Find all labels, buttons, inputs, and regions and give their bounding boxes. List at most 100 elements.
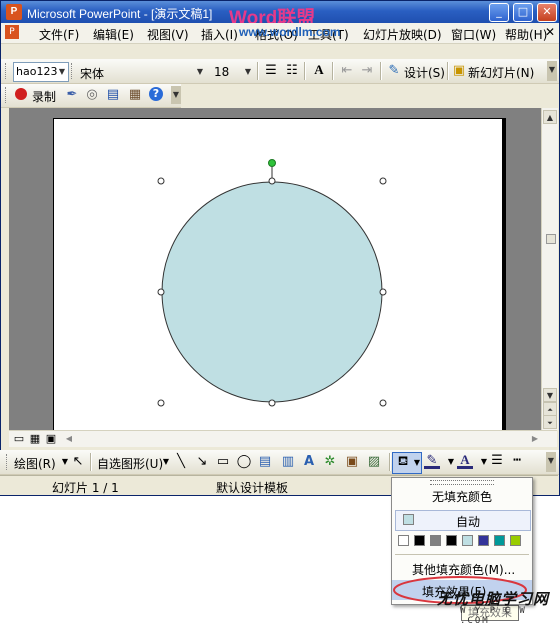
resize-handle-nw[interactable] [157,177,165,185]
menu-drag-handle[interactable] [430,480,494,485]
powerpoint-app-icon[interactable]: P [6,4,22,20]
palette-color-swatch[interactable] [446,535,457,546]
automatic-label: 自动 [456,515,481,529]
resize-handle-w[interactable] [157,288,165,296]
web-icon[interactable]: ◎ [84,87,100,103]
vertical-scrollbar[interactable]: ▲ ▼ ⏶ ⏷ [541,108,558,430]
resize-handle-sw[interactable] [157,399,165,407]
toolbar-options-icon[interactable]: ▼ [547,61,557,81]
chevron-down-icon[interactable]: ▼ [242,63,254,81]
rotation-handle[interactable] [268,159,276,167]
fill-color-button[interactable]: ⛾ ▼ [392,452,422,474]
slideshow-view-icon[interactable]: ▣ [43,431,59,447]
font-size-combo[interactable]: 18 ▼ [211,62,255,82]
menu-help[interactable]: 帮助(H) [505,26,547,43]
chevron-down-icon[interactable]: ▼ [409,455,425,471]
select-pointer-icon[interactable]: ↖ [70,454,86,470]
scroll-left-icon[interactable]: ◀ [61,431,77,447]
line-style-icon[interactable]: ☰ [489,453,505,469]
record-icon[interactable] [15,88,27,100]
scroll-thumb[interactable] [546,234,556,244]
chevron-down-icon[interactable]: ▼ [56,63,68,81]
menu-slideshow[interactable]: 幻灯片放映(D) [363,26,442,43]
automatic-fill-option[interactable]: 自动 [395,510,531,531]
menu-insert[interactable]: 插入(I) [201,26,238,43]
toolbar-options-icon[interactable]: ▼ [171,86,181,104]
toolbar-grip[interactable] [5,63,9,79]
close-document-icon[interactable]: ✕ [545,25,555,39]
help-icon[interactable]: ? [149,87,163,101]
textbox-icon[interactable]: ▤ [257,454,273,470]
line-color-icon[interactable]: ✎ [424,453,440,469]
next-slide-icon[interactable]: ⏷ [543,415,557,429]
resize-handle-se[interactable] [379,399,387,407]
picture-icon[interactable]: ▨ [366,454,382,470]
name-combo[interactable]: hao123 ▼ [13,62,69,82]
palette-color-swatch[interactable] [398,535,409,546]
palette-color-swatch[interactable] [510,535,521,546]
toolbar-grip[interactable] [5,87,9,103]
toolbar-grip[interactable] [71,63,75,79]
properties-icon[interactable]: ▦ [127,87,143,103]
line-icon[interactable]: ╲ [173,454,189,470]
more-fill-colors-option[interactable]: 其他填充颜色(M)... [412,561,530,578]
resize-handle-s[interactable] [268,399,276,407]
toolbar-options-icon[interactable]: ▼ [546,452,556,472]
slide-canvas[interactable] [53,118,506,433]
diagram-icon[interactable]: ✲ [322,454,338,470]
arrow-icon[interactable]: ↘ [194,454,210,470]
new-slide-button[interactable]: 新幻灯片(N) [468,64,534,81]
document-menu-icon[interactable]: P [5,25,19,39]
dash-style-icon[interactable]: ┅ [509,453,525,469]
minimize-button[interactable]: _ [489,3,509,22]
normal-view-icon[interactable]: ▭ [11,431,27,447]
increase-indent-icon[interactable]: ⇥ [359,63,375,79]
bullet-list-icon[interactable]: ☷ [284,63,300,79]
chevron-down-icon[interactable]: ▼ [158,454,174,470]
design-button[interactable]: 设计(S) [404,64,445,81]
design-icon[interactable]: ✎ [386,63,402,79]
menu-view[interactable]: 视图(V) [147,26,189,43]
menu-edit[interactable]: 编辑(E) [93,26,134,43]
font-combo[interactable]: 宋体 ▼ [77,62,207,82]
resize-handle-e[interactable] [379,288,387,296]
rectangle-icon[interactable]: ▭ [215,454,231,470]
menu-window[interactable]: 窗口(W) [451,26,496,43]
menu-file[interactable]: 文件(F) [39,26,79,43]
palette-color-swatch[interactable] [478,535,489,546]
slide-sorter-view-icon[interactable]: ▦ [27,431,43,447]
slide-view-icon[interactable]: ▤ [105,87,121,103]
palette-color-swatch[interactable] [494,535,505,546]
scroll-up-icon[interactable]: ▲ [543,110,557,124]
title-bar[interactable]: P Microsoft PowerPoint - [演示文稿1] Word联盟 … [1,1,559,29]
scroll-right-icon[interactable]: ▶ [527,431,543,447]
macro-tool-icon[interactable]: ✒ [64,87,80,103]
autoshapes-button[interactable]: 自选图形(U) [97,455,163,472]
separator [389,453,391,471]
palette-color-swatch[interactable] [430,535,441,546]
resize-handle-ne[interactable] [379,177,387,185]
palette-color-swatch[interactable] [414,535,425,546]
toolbar-grip[interactable] [6,454,10,470]
resize-handle-n[interactable] [268,177,276,185]
record-button[interactable]: 录制 [32,88,56,105]
formatting-toolbar: hao123 ▼ 宋体 ▼ 18 ▼ ☰ ☷ A ⇤ ⇥ ✎ 设计(S) ▣ 新… [1,59,559,84]
restore-button[interactable]: □ [513,3,533,22]
palette-color-swatch[interactable] [462,535,473,546]
chevron-down-icon[interactable]: ▼ [194,63,206,81]
circle-shape[interactable] [161,181,383,403]
wordart-icon[interactable]: A [301,454,317,470]
oval-icon[interactable]: ◯ [236,454,252,470]
numbered-list-icon[interactable]: ☰ [263,63,279,79]
draw-menu-button[interactable]: 绘图(R) [14,455,56,472]
increase-font-size-icon[interactable]: A [311,62,327,78]
no-fill-option[interactable]: 无填充颜色 [392,488,532,505]
new-slide-icon[interactable]: ▣ [451,63,467,79]
vertical-textbox-icon[interactable]: ▥ [280,454,296,470]
font-color-icon[interactable]: A [457,452,473,469]
close-button[interactable]: ✕ [537,3,557,22]
clipart-icon[interactable]: ▣ [344,454,360,470]
decrease-indent-icon[interactable]: ⇤ [339,63,355,79]
previous-slide-icon[interactable]: ⏶ [543,402,557,416]
scroll-down-icon[interactable]: ▼ [543,388,557,402]
